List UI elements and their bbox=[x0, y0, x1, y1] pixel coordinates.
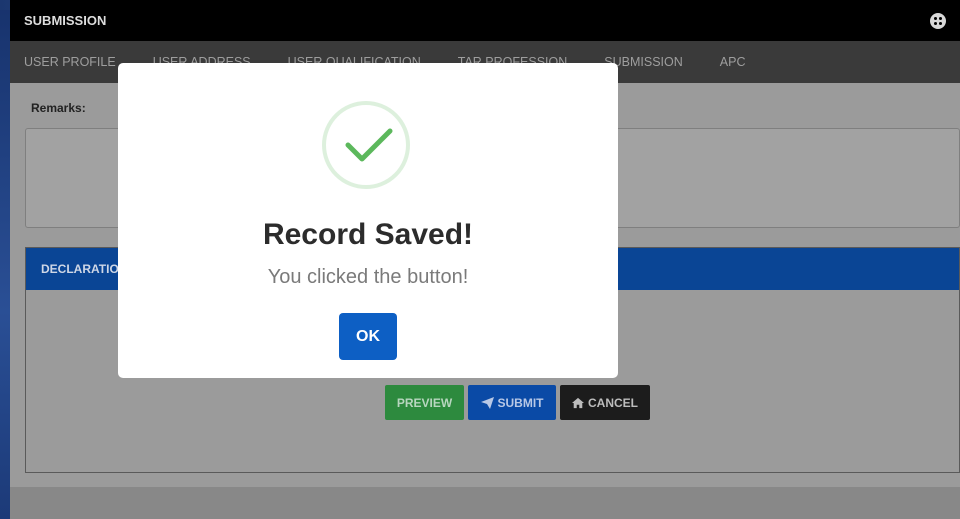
dialog-message: You clicked the button! bbox=[267, 266, 469, 288]
checkmark-icon bbox=[345, 128, 393, 162]
success-dialog: Record Saved! You clicked the button! OK bbox=[118, 63, 618, 378]
dialog-title: Record Saved! bbox=[262, 218, 474, 251]
modal-overlay: Record Saved! You clicked the button! OK bbox=[0, 0, 960, 519]
success-check-icon bbox=[322, 101, 410, 189]
ok-button[interactable]: OK bbox=[339, 313, 397, 360]
